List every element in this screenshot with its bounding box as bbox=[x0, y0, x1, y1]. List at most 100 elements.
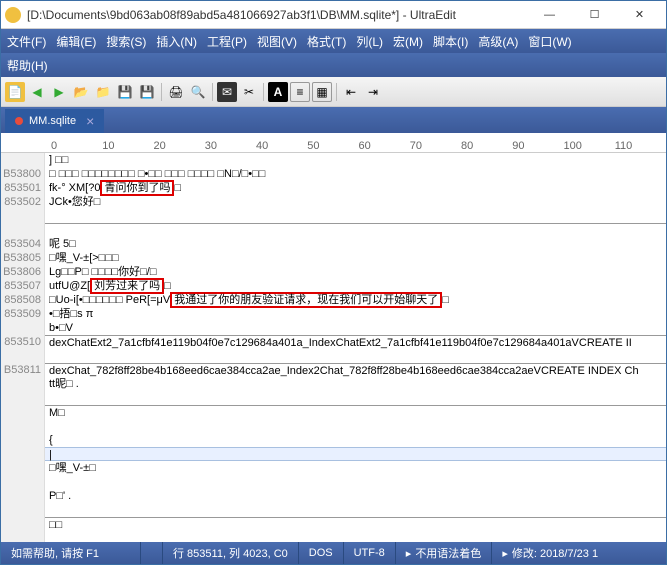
text-line: fk-° XM[?0青问你到了吗□ bbox=[45, 181, 666, 195]
print-icon[interactable]: 🖨 bbox=[166, 82, 186, 102]
ruler-mark: 60 bbox=[359, 140, 410, 152]
text-line bbox=[45, 349, 666, 363]
text-line: □□ bbox=[45, 517, 666, 531]
status-syntax[interactable]: ▸不用语法着色 bbox=[396, 542, 493, 564]
window-controls: — ☐ ✕ bbox=[527, 1, 662, 29]
text-line: Lg□□P□ □□□□你好□/□ bbox=[45, 265, 666, 279]
gutter-line: B53806 bbox=[1, 265, 41, 279]
menu-help[interactable]: 帮助(H) bbox=[7, 57, 48, 74]
new-icon[interactable]: 📄 bbox=[5, 82, 25, 102]
text-line: □嘿_V-±[>□□□ bbox=[45, 251, 666, 265]
email-icon[interactable]: ✉ bbox=[217, 82, 237, 102]
save-all-icon[interactable]: 💾 bbox=[137, 82, 157, 102]
status-mod-label: 修改: 2018/7/23 1 bbox=[512, 545, 598, 561]
tab-close-icon[interactable]: × bbox=[86, 113, 94, 129]
gutter-line bbox=[1, 349, 41, 363]
menu-window[interactable]: 窗口(W) bbox=[528, 33, 571, 50]
menu-macro[interactable]: 宏(M) bbox=[393, 33, 423, 50]
cut-icon[interactable]: ✂ bbox=[239, 82, 259, 102]
folder-icon[interactable]: 📁 bbox=[93, 82, 113, 102]
menu-script[interactable]: 脚本(I) bbox=[433, 33, 468, 50]
menubar-row1: 文件(F) 编辑(E) 搜索(S) 插入(N) 工程(P) 视图(V) 格式(T… bbox=[1, 29, 666, 53]
text-line: □Uo-i[•□□□□□□ PeR[=μV我通过了你的朋友验证请求，现在我们可以… bbox=[45, 293, 666, 307]
menu-advanced[interactable]: 高级(A) bbox=[478, 33, 518, 50]
gutter-line: 853509 bbox=[1, 307, 41, 321]
menu-column[interactable]: 列(L) bbox=[356, 33, 383, 50]
text-line: dexChat_782f8ff28be4b168eed6cae384cca2ae… bbox=[45, 363, 666, 377]
text-line: □嘿_V-±□ bbox=[45, 461, 666, 475]
text-icon[interactable]: A bbox=[268, 82, 288, 102]
gutter-line: 853502 bbox=[1, 195, 41, 209]
outdent-icon[interactable]: ⇤ bbox=[341, 82, 361, 102]
window-title: [D:\Documents\9bd063ab08f89abd5a48106692… bbox=[27, 8, 527, 22]
gutter-line: 853504 bbox=[1, 237, 41, 251]
ruler-mark: 40 bbox=[256, 140, 307, 152]
app-icon bbox=[5, 7, 21, 23]
tab-label: MM.sqlite bbox=[29, 115, 76, 127]
statusbar: 如需帮助, 请按 F1 行 853511, 列 4023, C0 DOS UTF… bbox=[1, 542, 666, 564]
ruler-mark: 30 bbox=[205, 140, 256, 152]
text-line: □ □□□ □□□□□□□□ □•□□ □□□ □□□□ □N□/□•□□ bbox=[45, 167, 666, 181]
nav-left-icon[interactable]: ◀ bbox=[27, 82, 47, 102]
menu-view[interactable]: 视图(V) bbox=[257, 33, 297, 50]
text-span: □ bbox=[442, 294, 449, 306]
indent-icon[interactable]: ⇥ bbox=[363, 82, 383, 102]
gutter-line: B53811 bbox=[1, 363, 41, 377]
menu-insert[interactable]: 插入(N) bbox=[156, 33, 197, 50]
text-line bbox=[45, 223, 666, 237]
minimize-button[interactable]: — bbox=[527, 1, 572, 29]
text-span: fk-° XM[?0 bbox=[49, 182, 100, 194]
line-gutter: B53800 853501 853502 853504 B53805 B5380… bbox=[1, 153, 45, 542]
text-line: •□捂□s π bbox=[45, 307, 666, 321]
maximize-button[interactable]: ☐ bbox=[572, 1, 617, 29]
text-line: b•□V bbox=[45, 321, 666, 335]
preview-icon[interactable]: 🔍 bbox=[188, 82, 208, 102]
ruler: 0 10 20 30 40 50 60 70 80 90 100 110 bbox=[1, 133, 666, 153]
text-span: utfU@Z[ bbox=[49, 280, 90, 292]
menu-format[interactable]: 格式(T) bbox=[307, 33, 346, 50]
close-button[interactable]: ✕ bbox=[617, 1, 662, 29]
text-line: ] □□ bbox=[45, 153, 666, 167]
text-span: □ bbox=[174, 182, 181, 194]
save-icon[interactable]: 💾 bbox=[115, 82, 135, 102]
text-line: tt昵□ . bbox=[45, 377, 666, 391]
ruler-mark: 20 bbox=[154, 140, 205, 152]
text-line: { bbox=[45, 433, 666, 447]
text-line bbox=[45, 209, 666, 223]
separator bbox=[336, 83, 337, 101]
modified-dot-icon bbox=[15, 117, 23, 125]
titlebar: [D:\Documents\9bd063ab08f89abd5a48106692… bbox=[1, 1, 666, 29]
text-content[interactable]: ] □□ □ □□□ □□□□□□□□ □•□□ □□□ □□□□ □N□/□•… bbox=[45, 153, 666, 542]
status-encoding[interactable]: UTF-8 bbox=[344, 542, 396, 564]
gutter-line bbox=[1, 209, 41, 223]
menu-search[interactable]: 搜索(S) bbox=[106, 33, 146, 50]
menu-edit[interactable]: 编辑(E) bbox=[56, 33, 96, 50]
list-icon[interactable]: ≡ bbox=[290, 82, 310, 102]
gutter-line bbox=[1, 321, 41, 335]
text-line bbox=[45, 419, 666, 433]
text-line: 呢 5□ bbox=[45, 237, 666, 251]
text-span: □Uo-i[•□□□□□□ PeR[=μV bbox=[49, 294, 170, 306]
ruler-mark: 10 bbox=[102, 140, 153, 152]
tab-bar: MM.sqlite × bbox=[1, 107, 666, 133]
nav-right-icon[interactable]: ▶ bbox=[49, 82, 69, 102]
menubar-row2: 帮助(H) bbox=[1, 53, 666, 77]
status-eol[interactable]: DOS bbox=[299, 542, 344, 564]
gutter-line: B53800 bbox=[1, 167, 41, 181]
highlight-box: 刘芳过来了吗 bbox=[90, 278, 164, 294]
menu-project[interactable]: 工程(P) bbox=[207, 33, 247, 50]
gutter-line bbox=[1, 153, 41, 167]
text-line bbox=[45, 391, 666, 405]
highlight-box: 青问你到了吗 bbox=[100, 180, 174, 196]
gutter-line bbox=[1, 223, 41, 237]
open-folder-icon[interactable]: 📂 bbox=[71, 82, 91, 102]
separator bbox=[263, 83, 264, 101]
highlight-box: 我通过了你的朋友验证请求，现在我们可以开始聊天了 bbox=[170, 292, 442, 308]
ruler-mark: 50 bbox=[307, 140, 358, 152]
editor: B53800 853501 853502 853504 B53805 B5380… bbox=[1, 153, 666, 542]
tab-mmsqlite[interactable]: MM.sqlite × bbox=[5, 109, 104, 133]
status-position: 行 853511, 列 4023, C0 bbox=[163, 542, 299, 564]
table-icon[interactable]: ▦ bbox=[312, 82, 332, 102]
menu-file[interactable]: 文件(F) bbox=[7, 33, 46, 50]
ruler-mark: 100 bbox=[564, 140, 615, 152]
